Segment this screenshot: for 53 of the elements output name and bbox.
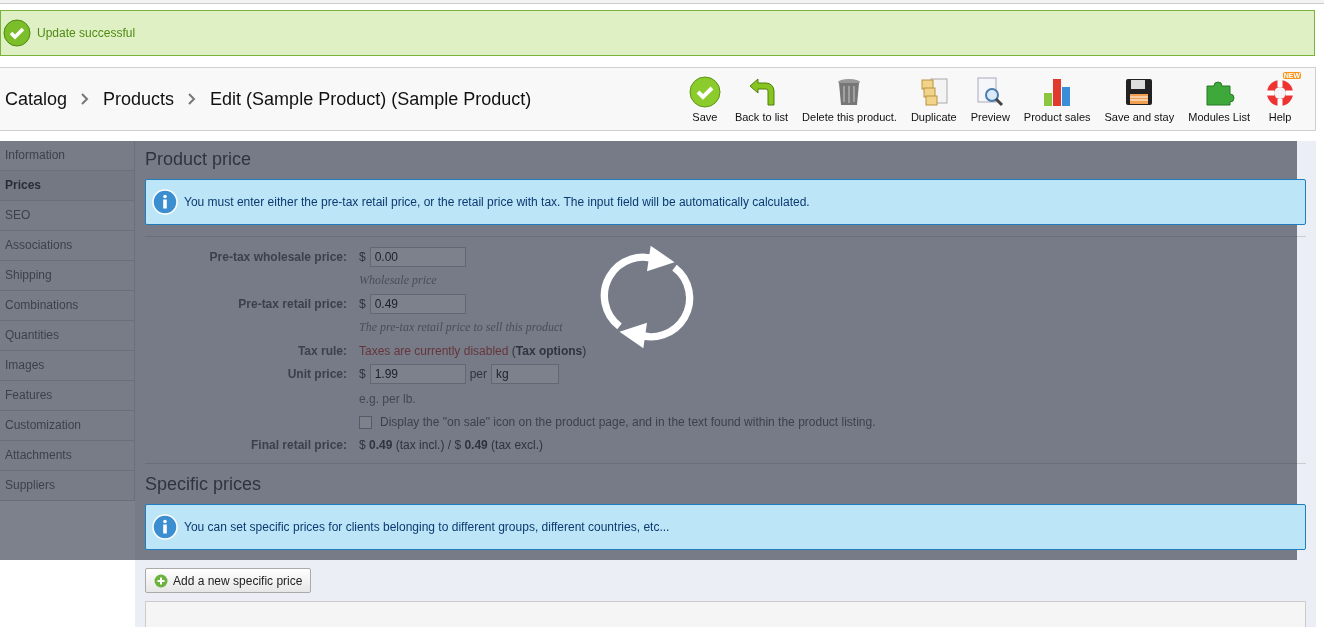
breadcrumb-item: Edit (Sample Product) (Sample Product) bbox=[210, 88, 532, 110]
currency-sign: $ bbox=[359, 367, 366, 381]
info-text: You can set specific prices for clients belonging to different groups, different countries, etc... bbox=[184, 520, 670, 534]
price-input[interactable]: 0.00 bbox=[369, 247, 466, 267]
per-label: per bbox=[469, 367, 488, 381]
breadcrumb-item[interactable]: Products bbox=[103, 88, 175, 110]
currency-sign: $ bbox=[359, 250, 366, 264]
sidebar-tab[interactable]: Prices bbox=[0, 171, 134, 201]
breadcrumb-item[interactable]: Catalog bbox=[5, 88, 68, 110]
checkmark-icon bbox=[3, 19, 31, 47]
chevron-icon bbox=[81, 93, 90, 105]
field-label: Tax rule: bbox=[296, 343, 347, 358]
toolbar-button[interactable]: Duplicate bbox=[903, 75, 964, 123]
section-title: Specific prices bbox=[145, 474, 263, 495]
field-label: Pre-tax wholesale price: bbox=[208, 249, 347, 266]
toolbar-button[interactable]: Save and stay bbox=[1097, 75, 1182, 123]
toolbar-button[interactable]: Back to list bbox=[727, 75, 796, 123]
sidebar-tab[interactable]: Suppliers bbox=[0, 471, 134, 501]
tax-warning: Taxes are currently disabled bbox=[359, 344, 509, 358]
sidebar-tab[interactable]: SEO bbox=[0, 201, 134, 231]
sidebar-tab[interactable]: Attachments bbox=[0, 441, 134, 471]
field-label: Unit price: bbox=[286, 366, 347, 383]
final-price-text: $ 0.49 (tax incl.) / $ 0.49 (tax excl.) bbox=[359, 437, 545, 452]
info-icon bbox=[152, 514, 178, 540]
field-label: Pre-tax retail price: bbox=[237, 296, 347, 313]
sidebar-tab[interactable]: Associations bbox=[0, 231, 134, 261]
toolbar-button[interactable]: Modules List bbox=[1181, 75, 1257, 123]
sidebar-tab[interactable]: Images bbox=[0, 351, 134, 381]
toolbar-button[interactable]: Product sales bbox=[1016, 75, 1098, 123]
currency-sign: $ bbox=[359, 297, 366, 311]
info-text: You must enter either the pre-tax retail price, or the retail price with tax. The input field will be automatically calculated. bbox=[184, 195, 810, 209]
notice-text: Update successful bbox=[37, 26, 136, 40]
tax-options-link[interactable]: (Tax options) bbox=[511, 344, 587, 358]
checkbox-label: Display the "on sale" icon on the product page, and in the text found within the product listing. bbox=[380, 415, 876, 429]
toolbar-button[interactable]: Delete this product. bbox=[795, 75, 904, 123]
checkmark-icon bbox=[688, 75, 721, 108]
plus-icon bbox=[154, 573, 168, 588]
checkbox[interactable] bbox=[359, 415, 372, 429]
price-input[interactable]: 0.49 bbox=[369, 294, 466, 314]
sidebar-tab[interactable]: Shipping bbox=[0, 261, 134, 291]
sidebar-tab[interactable]: Customization bbox=[0, 411, 134, 441]
section-title: Product price bbox=[145, 149, 253, 170]
field-label: Final retail price: bbox=[249, 437, 347, 452]
sidebar-tab[interactable]: Features bbox=[0, 381, 134, 411]
add-specific-price-button[interactable]: Add a new specific price bbox=[145, 568, 312, 593]
unit-input[interactable]: kg bbox=[491, 364, 560, 384]
sidebar-tab[interactable]: Quantities bbox=[0, 321, 134, 351]
chevron-icon bbox=[188, 93, 197, 105]
price-input[interactable]: 1.99 bbox=[369, 364, 466, 384]
toolbar-button[interactable]: Preview bbox=[963, 75, 1017, 123]
toolbar-button[interactable]: Save bbox=[681, 75, 728, 123]
sidebar-tab[interactable]: Combinations bbox=[0, 291, 134, 321]
info-icon bbox=[152, 189, 178, 215]
